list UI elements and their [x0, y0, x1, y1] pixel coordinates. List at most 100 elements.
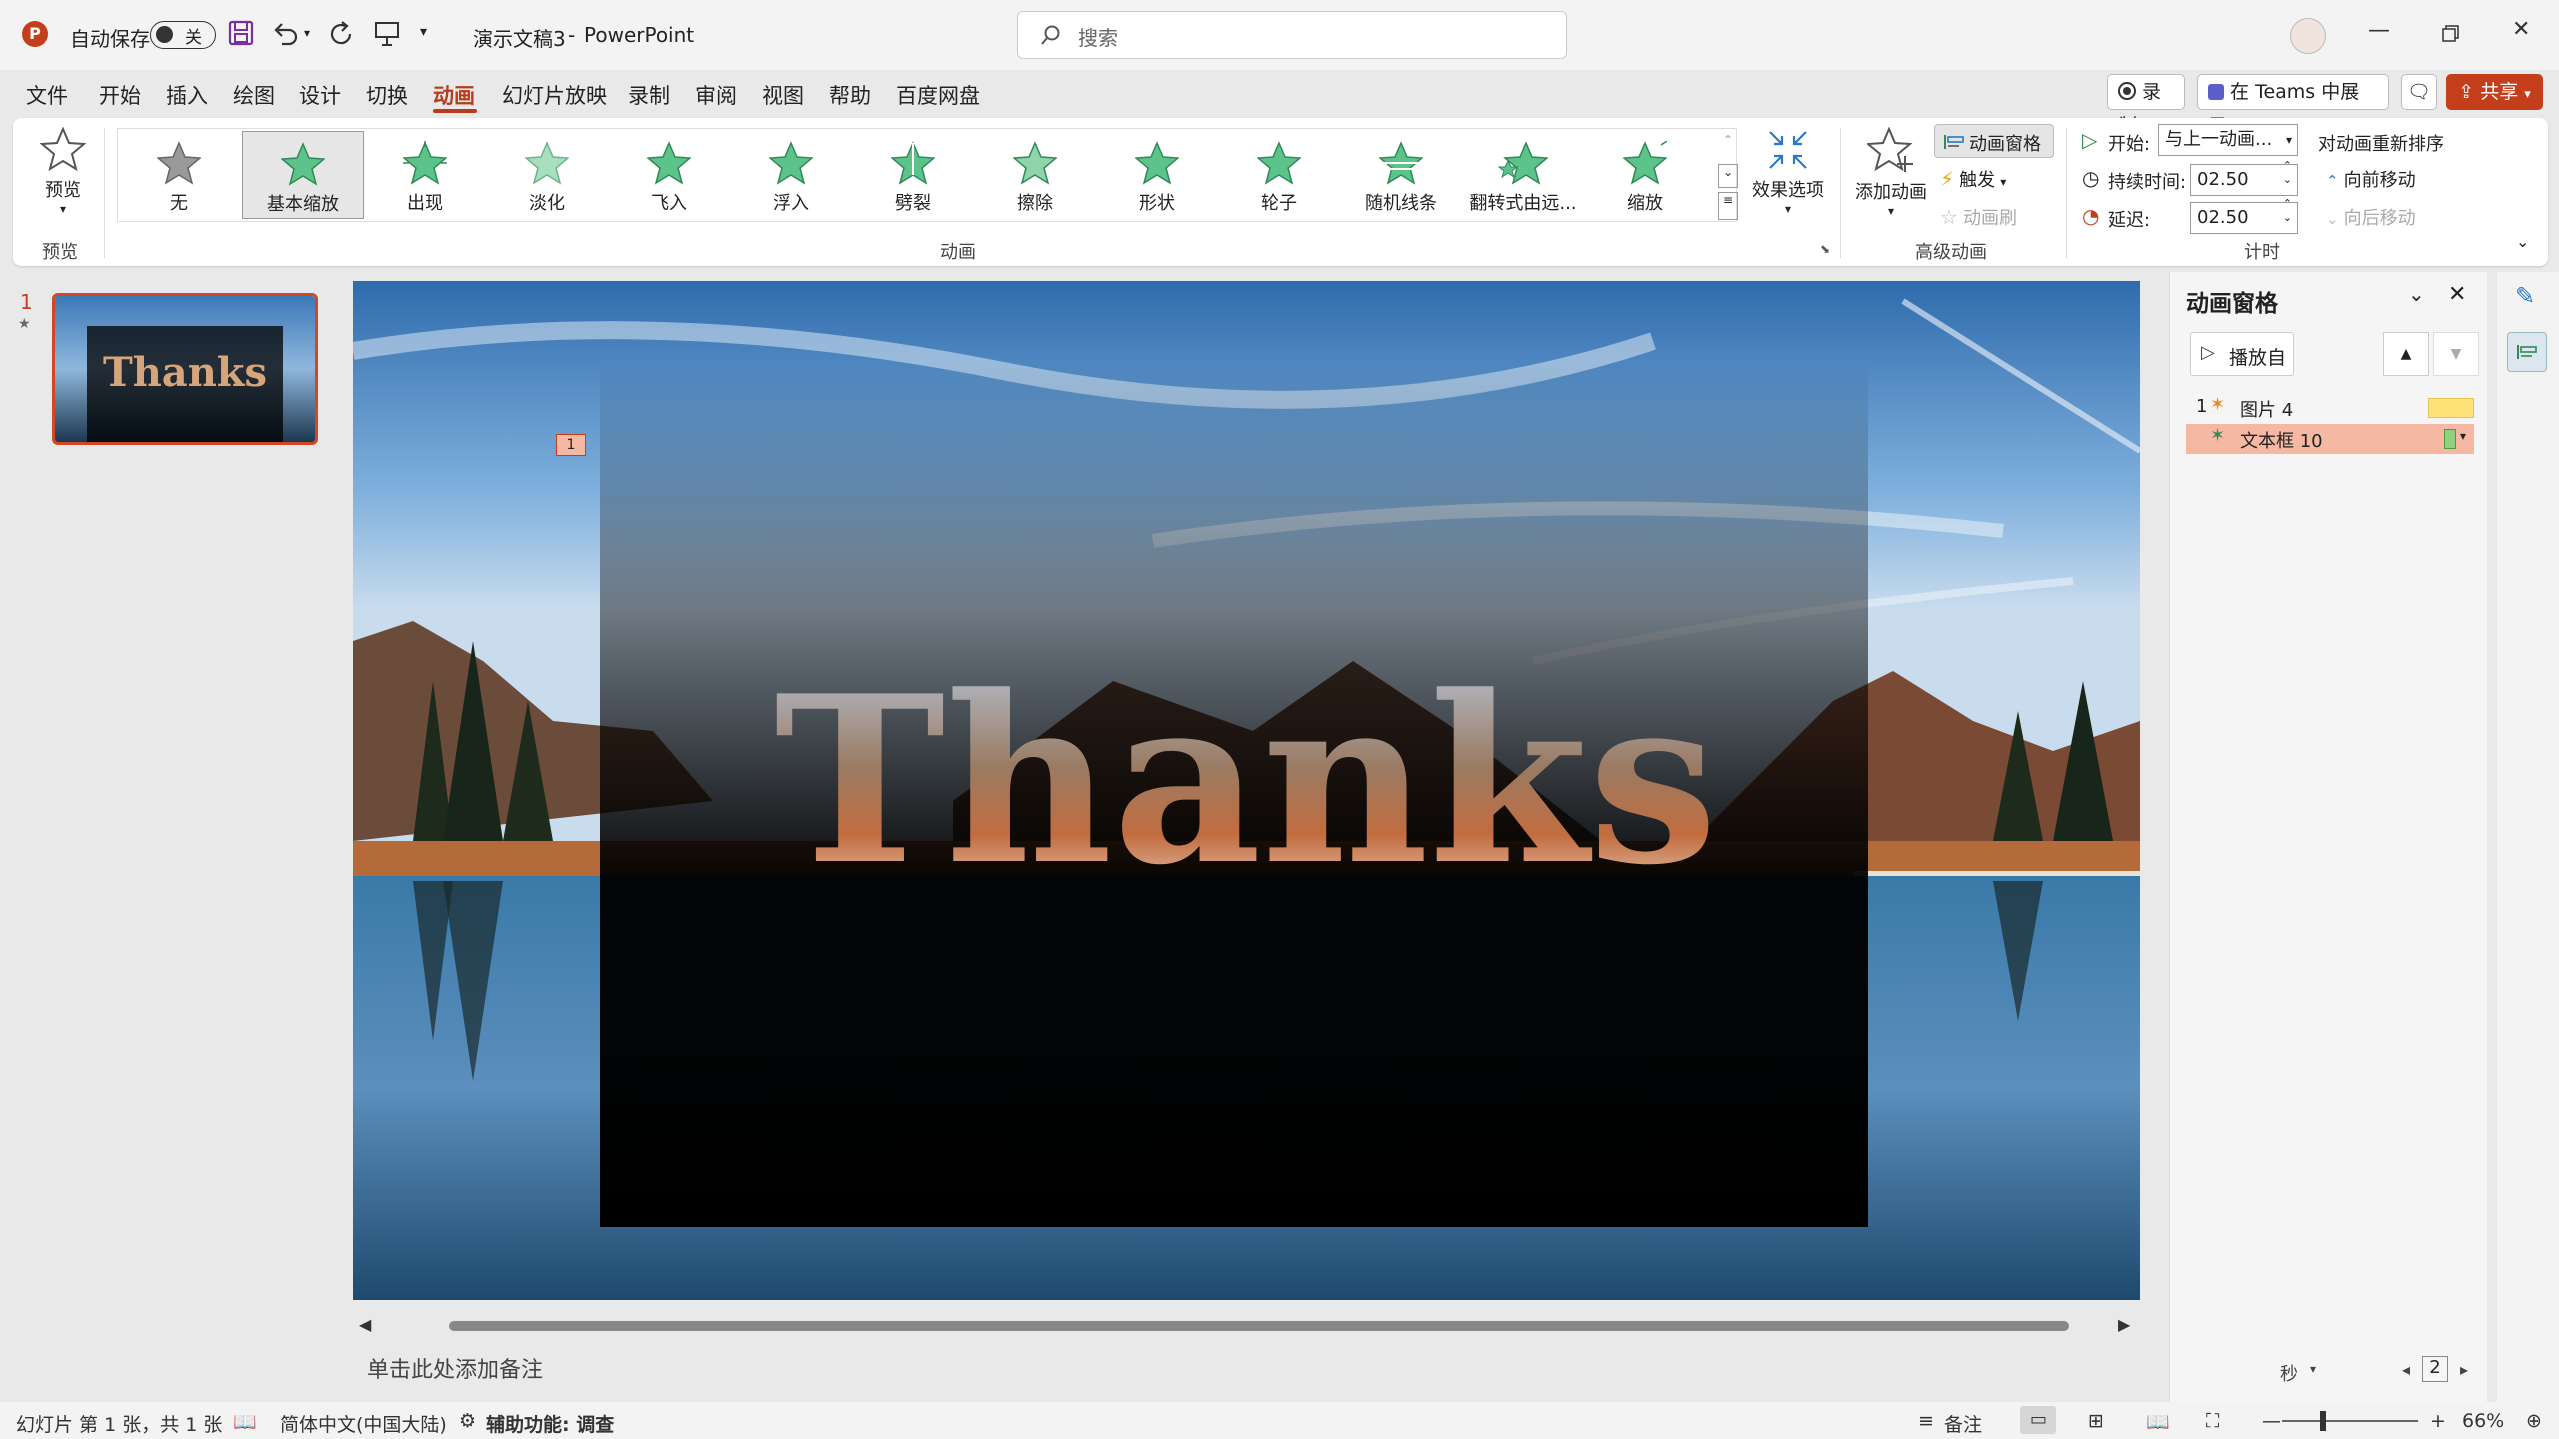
slide-thumbnail[interactable]: Thanks — [52, 293, 318, 445]
tab-animations[interactable]: 动画 — [433, 80, 475, 110]
language-indicator[interactable]: 简体中文(中国大陆) — [280, 1410, 447, 1437]
format-pane-brush-icon[interactable]: ✎ — [2515, 282, 2535, 310]
animation-order-tag[interactable]: 1 — [556, 434, 586, 456]
zoom-level[interactable]: 66% — [2462, 1410, 2504, 1432]
slide-canvas[interactable]: Thanks 1 — [353, 281, 2140, 1300]
gallery-scroll-up-icon[interactable]: ⌃ — [1718, 133, 1738, 161]
animation-pane-toggle[interactable] — [2507, 332, 2547, 372]
trigger-button[interactable]: ⚡ 触发 ▾ — [1940, 166, 2006, 196]
pane-options-chevron-icon[interactable]: ⌄ — [2408, 282, 2425, 306]
tab-home[interactable]: 开始 — [99, 80, 141, 110]
slide-sorter-icon[interactable]: ⊞ — [2088, 1410, 2104, 1432]
notes-toggle-label[interactable]: 备注 — [1944, 1410, 1982, 1437]
add-animation-button[interactable]: 添加动画 ▾ — [1850, 126, 1932, 226]
autosave-toggle[interactable]: 关 — [150, 21, 216, 49]
scrollbar-thumb[interactable] — [449, 1321, 2069, 1331]
anim-wipe[interactable]: 擦除 — [974, 131, 1096, 219]
anim-wheel[interactable]: 轮子 — [1218, 131, 1340, 219]
zoom-out-timeline-icon[interactable]: ◂ — [2402, 1360, 2410, 1379]
anim-split[interactable]: 劈裂 — [852, 131, 974, 219]
zoom-slider-thumb[interactable] — [2320, 1411, 2326, 1431]
close-window-icon[interactable]: ✕ — [2512, 17, 2530, 42]
slide-horizontal-scrollbar[interactable]: ◀ ▶ — [353, 1315, 2140, 1337]
zoom-in-icon[interactable]: + — [2430, 1410, 2446, 1432]
scroll-left-icon[interactable]: ◀ — [359, 1315, 371, 1334]
comments-button[interactable]: 🗨 — [2401, 74, 2437, 110]
timeline-bar[interactable] — [2444, 429, 2456, 449]
redo-icon[interactable] — [328, 20, 356, 52]
tab-slideshow[interactable]: 幻灯片放映 — [502, 80, 607, 110]
anim-random-bars[interactable]: 随机线条 — [1340, 131, 1462, 219]
anim-fly-in[interactable]: 飞入 — [608, 131, 730, 219]
anim-zoom[interactable]: 缩放 — [1584, 131, 1706, 219]
accessibility-status[interactable]: 辅助功能: 调查 — [486, 1410, 614, 1437]
tab-view[interactable]: 视图 — [762, 80, 804, 110]
animation-dialog-launcher-icon[interactable]: ⬊ — [1820, 242, 1830, 256]
tab-design[interactable]: 设计 — [299, 80, 341, 110]
record-button[interactable]: 录制 — [2107, 74, 2185, 137]
play-from-button[interactable]: ▷ 播放自 — [2190, 332, 2294, 376]
effect-options-button[interactable]: 效果选项 ▾ — [1748, 128, 1828, 228]
time-unit-dropdown-icon[interactable]: ▾ — [2310, 1362, 2316, 1376]
anim-grow-turn[interactable]: 翻转式由远... — [1462, 131, 1584, 219]
anim-shape[interactable]: 形状 — [1096, 131, 1218, 219]
tab-record[interactable]: 录制 — [628, 80, 670, 110]
undo-icon[interactable] — [272, 20, 300, 50]
move-later-button[interactable]: ⌄ 向后移动 — [2326, 204, 2416, 230]
tab-file[interactable]: 文件 — [26, 80, 68, 110]
zoom-out-icon[interactable]: — — [2262, 1410, 2281, 1432]
item-dropdown-icon[interactable]: ▾ — [2460, 429, 2466, 443]
save-icon[interactable] — [228, 20, 254, 50]
move-up-button[interactable]: ▲ — [2383, 332, 2429, 376]
normal-view-button[interactable]: ▭ — [2020, 1406, 2056, 1434]
present-from-start-icon[interactable] — [373, 20, 401, 52]
anim-none[interactable]: 无 — [118, 131, 240, 219]
tab-transitions[interactable]: 切换 — [366, 80, 408, 110]
animation-list-item[interactable]: 1 ✶ 图片 4 — [2186, 394, 2474, 422]
zoom-slider-track[interactable] — [2282, 1420, 2418, 1422]
move-down-button[interactable]: ▼ — [2433, 332, 2479, 376]
gallery-scroll-down-icon[interactable]: ⌄ — [1718, 164, 1738, 188]
timeline-bar[interactable] — [2428, 398, 2474, 418]
search-box[interactable]: 搜索 — [1017, 11, 1567, 59]
user-avatar[interactable] — [2290, 18, 2326, 54]
share-button[interactable]: ⇪ 共享 ▾ — [2446, 74, 2543, 110]
start-select[interactable]: 与上一动画... ▾ — [2158, 124, 2298, 156]
customize-qat-icon[interactable]: ▾ — [420, 24, 427, 40]
zoom-in-timeline-icon[interactable]: ▸ — [2460, 1360, 2468, 1379]
collapse-ribbon-icon[interactable]: ⌄ — [2516, 232, 2529, 251]
animation-painter-button[interactable]: ☆ 动画刷 — [1940, 204, 2017, 234]
tab-draw[interactable]: 绘图 — [233, 80, 275, 110]
notes-toggle-icon[interactable]: ≡ — [1918, 1410, 1934, 1432]
tab-help[interactable]: 帮助 — [829, 80, 871, 110]
anim-fade[interactable]: 淡化 — [486, 131, 608, 219]
duration-input[interactable]: 02.50 ⌃ ⌄ — [2190, 159, 2298, 196]
animation-list-item-selected[interactable]: ✶ 文本框 10 ▾ — [2186, 424, 2474, 454]
present-in-teams-button[interactable]: 在 Teams 中展示 — [2197, 74, 2389, 137]
anim-basic-zoom[interactable]: 基本缩放 — [242, 131, 364, 219]
time-unit-selector[interactable]: 秒 — [2280, 1360, 2298, 1386]
delay-spinner-icon[interactable]: ⌃ ⌄ — [2283, 197, 2292, 225]
tab-review[interactable]: 审阅 — [695, 80, 737, 110]
preview-button[interactable]: 预览 ▾ — [28, 126, 98, 226]
timeline-zoom-box[interactable]: 2 — [2422, 1356, 2448, 1382]
gallery-more-icon[interactable]: ≡ — [1718, 192, 1738, 220]
spell-check-icon[interactable]: 📖 — [233, 1410, 257, 1433]
close-pane-icon[interactable]: ✕ — [2448, 282, 2466, 307]
tab-insert[interactable]: 插入 — [166, 80, 208, 110]
slideshow-view-icon[interactable]: ⛶ — [2206, 1410, 2219, 1432]
anim-float-in[interactable]: 浮入 — [730, 131, 852, 219]
move-earlier-button[interactable]: ⌃ 向前移动 — [2326, 166, 2416, 192]
minimize-icon[interactable]: — — [2368, 18, 2390, 43]
undo-dropdown-icon[interactable]: ▾ — [304, 26, 310, 40]
scroll-right-icon[interactable]: ▶ — [2118, 1315, 2130, 1334]
anim-appear[interactable]: 出现 — [364, 131, 486, 219]
notes-pane[interactable]: 单击此处添加备注 — [353, 1340, 2140, 1390]
delay-input[interactable]: 02.50 ⌃ ⌄ — [2190, 197, 2298, 234]
fit-to-window-icon[interactable]: ⊕ — [2526, 1410, 2542, 1432]
reading-view-icon[interactable]: 📖 — [2146, 1410, 2170, 1433]
duration-spinner-icon[interactable]: ⌃ ⌄ — [2283, 159, 2292, 187]
slide-title-text[interactable]: Thanks — [774, 646, 1717, 916]
tab-baidu-netdisk[interactable]: 百度网盘 — [896, 80, 980, 110]
restore-icon[interactable] — [2441, 24, 2461, 48]
